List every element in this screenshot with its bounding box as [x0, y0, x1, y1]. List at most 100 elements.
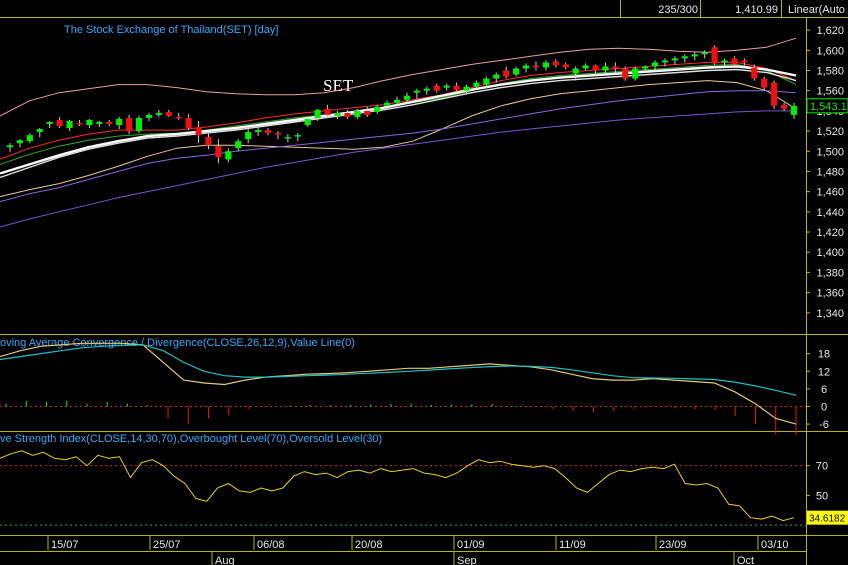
candle-body	[96, 121, 103, 124]
candle-body	[393, 99, 401, 103]
candle-body	[651, 62, 659, 67]
price-tick-label: 1,500	[816, 146, 844, 158]
overlay-ma_green	[0, 63, 797, 165]
candle-body	[384, 102, 391, 106]
candle	[612, 62, 619, 73]
month-label: Aug	[215, 555, 235, 565]
candle-body	[632, 68, 639, 79]
price-tick-label: 1,340	[816, 308, 844, 320]
candle-body	[761, 78, 768, 88]
candle-body	[145, 114, 153, 118]
candle-body	[294, 135, 301, 137]
candle-body	[731, 58, 738, 65]
candle-body	[681, 56, 688, 59]
rsi-panel-title: ve Strength Index(CLOSE,14,30,70),Overbo…	[0, 433, 382, 445]
price-tick-label: 1,440	[816, 207, 844, 219]
macd-tick-label: -6	[819, 419, 829, 431]
candle-body	[642, 66, 649, 69]
candle-body	[126, 117, 133, 132]
candle-body	[66, 120, 73, 129]
candle-body	[423, 88, 430, 91]
candle	[126, 114, 133, 135]
candle	[145, 112, 153, 121]
rsi-panel: 70 50 34.6182	[0, 450, 848, 526]
rsi-line	[0, 450, 795, 522]
candle	[255, 127, 262, 137]
price-panel: 1,340 1,360 1,380 1,400 1,420 1,440 1,460 1,480…	[0, 25, 848, 320]
rsi-tick-label: 70	[816, 461, 828, 473]
candle-body	[274, 133, 282, 135]
candle	[245, 129, 252, 144]
candle	[294, 133, 301, 142]
date-label: 01/09	[457, 539, 485, 551]
candle-body	[572, 68, 579, 74]
date-label: 11/09	[559, 539, 586, 551]
candle	[46, 120, 53, 129]
candle-body	[155, 112, 162, 115]
candle	[195, 120, 202, 144]
candle-body	[46, 121, 53, 124]
candle	[175, 112, 182, 120]
candle-body	[592, 65, 599, 71]
candle-body	[701, 52, 708, 55]
candle-body	[602, 66, 609, 71]
date-label: 06/08	[257, 539, 285, 551]
candle	[225, 148, 232, 163]
candle-body	[780, 104, 788, 109]
price-tick-label: 1,420	[816, 227, 844, 239]
candle	[76, 119, 83, 127]
candle	[235, 139, 242, 152]
candle-body	[245, 132, 252, 140]
candle-body	[374, 106, 381, 112]
month-label: Oct	[737, 555, 754, 565]
candle-body	[165, 111, 172, 116]
candle-body	[453, 85, 460, 90]
candle-body	[721, 60, 728, 63]
candle	[135, 115, 143, 134]
scale-mode[interactable]: Linear(Auto	[788, 4, 845, 16]
candle-body	[36, 129, 43, 133]
candle	[542, 60, 549, 71]
candle-body	[235, 141, 242, 149]
candle-body	[473, 82, 480, 87]
candle-body	[433, 85, 440, 91]
candle-body	[711, 47, 718, 64]
candle	[413, 88, 420, 99]
candle	[26, 133, 33, 144]
candle-body	[532, 65, 540, 68]
candle	[165, 109, 172, 117]
date-label: 03/10	[761, 539, 789, 551]
candle-body	[503, 70, 510, 77]
candle	[6, 143, 14, 153]
macd-line-signal	[0, 344, 797, 396]
price-tick-label: 1,400	[816, 247, 844, 259]
candle-body	[284, 137, 291, 139]
candle-body	[513, 68, 520, 75]
candle	[16, 139, 24, 148]
candle-body	[552, 61, 559, 66]
candle-body	[255, 130, 262, 133]
candle	[155, 109, 162, 117]
candle	[522, 63, 530, 73]
candle-body	[76, 122, 83, 125]
price-tick-label: 1,560	[816, 86, 844, 98]
candle-body	[86, 119, 93, 126]
date-label: 15/07	[51, 539, 79, 551]
candle-body	[771, 82, 778, 106]
candle-body	[324, 108, 331, 115]
candle	[66, 119, 73, 132]
macd-tick-label: 0	[821, 402, 827, 414]
price-tick-label: 1,360	[816, 288, 844, 300]
candle	[622, 66, 629, 81]
candle	[344, 109, 351, 119]
candle-body	[661, 60, 669, 63]
candle	[116, 116, 123, 130]
candle	[215, 139, 222, 164]
candle-body	[26, 135, 33, 142]
month-label: Sep	[457, 555, 477, 565]
candle	[771, 80, 778, 109]
candle	[701, 50, 708, 59]
candle	[284, 134, 291, 143]
candle-body	[751, 67, 758, 79]
macd-panel: 18 12 6 0 -6	[0, 342, 830, 436]
